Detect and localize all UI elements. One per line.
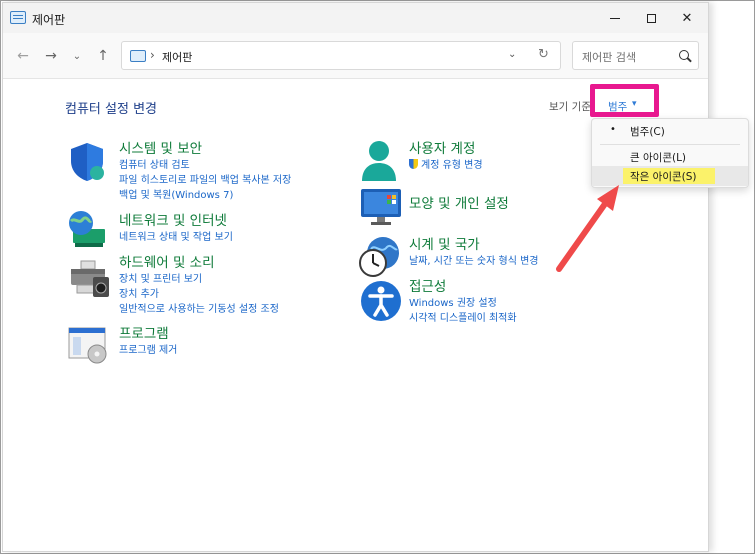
menu-separator: [600, 144, 740, 145]
category-ease-of-access: 접근성 Windows 권장 설정 시각적 디스플레이 최적화: [409, 279, 517, 326]
monitor-personalization-icon: [361, 189, 401, 225]
accessibility-icon: [361, 281, 401, 321]
back-arrow-icon: ←: [17, 48, 29, 64]
control-panel-window: 제어판 ✕ ← → ⌄ ↑ › 제어판 ⌄ ↻ 제어판 검색 컴퓨터 설정 변경…: [2, 2, 749, 552]
menu-item-label: 범주(C): [630, 126, 665, 138]
minimize-icon: [610, 17, 620, 19]
link-optimize-display[interactable]: 시각적 디스플레이 최적화: [409, 311, 517, 326]
breadcrumb-separator-icon: ›: [150, 48, 155, 62]
window-title: 제어판: [32, 13, 66, 27]
shield-icon: [71, 143, 104, 181]
link-backup-restore[interactable]: 백업 및 복원(Windows 7): [119, 188, 291, 203]
menu-item-large-icons[interactable]: 큰 아이콘(L): [592, 147, 748, 167]
recent-locations-button[interactable]: ⌄: [67, 46, 87, 66]
category-title[interactable]: 하드웨어 및 소리: [119, 255, 279, 272]
annotation-arrow-icon: [556, 185, 619, 272]
link-review-status[interactable]: 컴퓨터 상태 검토: [119, 158, 291, 173]
clock-globe-icon: [359, 237, 399, 277]
category-user-accounts: 사용자 계정 계정 유형 변경: [409, 141, 483, 173]
link-windows-recommended[interactable]: Windows 권장 설정: [409, 296, 517, 311]
category-title[interactable]: 접근성: [409, 279, 517, 296]
network-globe-icon: [69, 211, 105, 247]
search-placeholder: 제어판 검색: [582, 51, 637, 64]
category-title[interactable]: 모양 및 개인 설정: [409, 196, 509, 213]
navigation-bar: ← → ⌄ ↑ › 제어판 ⌄ ↻ 제어판 검색: [3, 33, 708, 79]
chevron-down-icon: ⌄: [72, 50, 82, 62]
menu-item-category[interactable]: • 범주(C): [592, 121, 748, 141]
link-change-account-type[interactable]: 계정 유형 변경: [409, 158, 483, 173]
view-by-label: 보기 기준:: [549, 101, 595, 113]
control-panel-icon: [10, 11, 26, 24]
link-devices-printers[interactable]: 장치 및 프린터 보기: [119, 272, 279, 287]
menu-item-label: 작은 아이콘(S): [630, 171, 697, 183]
link-mobility-settings[interactable]: 일반적으로 사용하는 기동성 설정 조정: [119, 302, 279, 317]
user-account-icon: [362, 141, 396, 181]
programs-icon: [68, 327, 107, 364]
link-add-device[interactable]: 장치 추가: [119, 287, 279, 302]
up-button[interactable]: ↑: [93, 46, 113, 66]
maximize-icon: [646, 13, 656, 23]
close-icon: ✕: [681, 10, 693, 26]
category-programs: 프로그램 프로그램 제거: [119, 326, 177, 358]
close-button[interactable]: ✕: [665, 3, 709, 33]
refresh-icon[interactable]: ↻: [538, 47, 549, 62]
category-title[interactable]: 시계 및 국가: [409, 237, 538, 254]
category-hardware-sound: 하드웨어 및 소리 장치 및 프린터 보기 장치 추가 일반적으로 사용하는 기…: [119, 255, 279, 317]
address-dropdown-icon[interactable]: ⌄: [508, 49, 516, 60]
link-network-status[interactable]: 네트워크 상태 및 작업 보기: [119, 230, 233, 245]
category-title[interactable]: 네트워크 및 인터넷: [119, 213, 233, 230]
category-clock-region: 시계 및 국가 날짜, 시간 또는 숫자 형식 변경: [409, 237, 538, 269]
title-bar: 제어판 ✕: [3, 3, 708, 33]
search-icon[interactable]: [679, 50, 689, 60]
selected-bullet-icon: •: [610, 124, 616, 135]
control-panel-icon: [130, 50, 146, 62]
forward-arrow-icon: →: [45, 48, 57, 64]
menu-item-label: 큰 아이콘(L): [630, 152, 687, 164]
up-arrow-icon: ↑: [97, 48, 109, 64]
breadcrumb-control-panel[interactable]: 제어판: [162, 49, 192, 65]
search-input[interactable]: 제어판 검색: [572, 41, 699, 70]
page-title: 컴퓨터 설정 변경: [65, 102, 157, 117]
category-network-internet: 네트워크 및 인터넷 네트워크 상태 및 작업 보기: [119, 213, 233, 245]
annotation-highlight-box: [590, 84, 659, 117]
printer-icon: [71, 260, 109, 297]
link-change-date-format[interactable]: 날짜, 시간 또는 숫자 형식 변경: [409, 254, 538, 269]
category-title[interactable]: 사용자 계정: [409, 141, 483, 158]
link-file-history[interactable]: 파일 히스토리로 파일의 백업 복사본 저장: [119, 173, 291, 188]
link-uninstall-program[interactable]: 프로그램 제거: [119, 343, 177, 358]
category-appearance-personalization: 모양 및 개인 설정: [409, 196, 509, 213]
back-button[interactable]: ←: [13, 46, 33, 66]
category-title[interactable]: 프로그램: [119, 326, 177, 343]
category-system-security: 시스템 및 보안 컴퓨터 상태 검토 파일 히스토리로 파일의 백업 복사본 저…: [119, 141, 291, 203]
address-bar[interactable]: › 제어판 ⌄ ↻: [121, 41, 561, 70]
forward-button[interactable]: →: [41, 46, 61, 66]
category-title[interactable]: 시스템 및 보안: [119, 141, 291, 158]
